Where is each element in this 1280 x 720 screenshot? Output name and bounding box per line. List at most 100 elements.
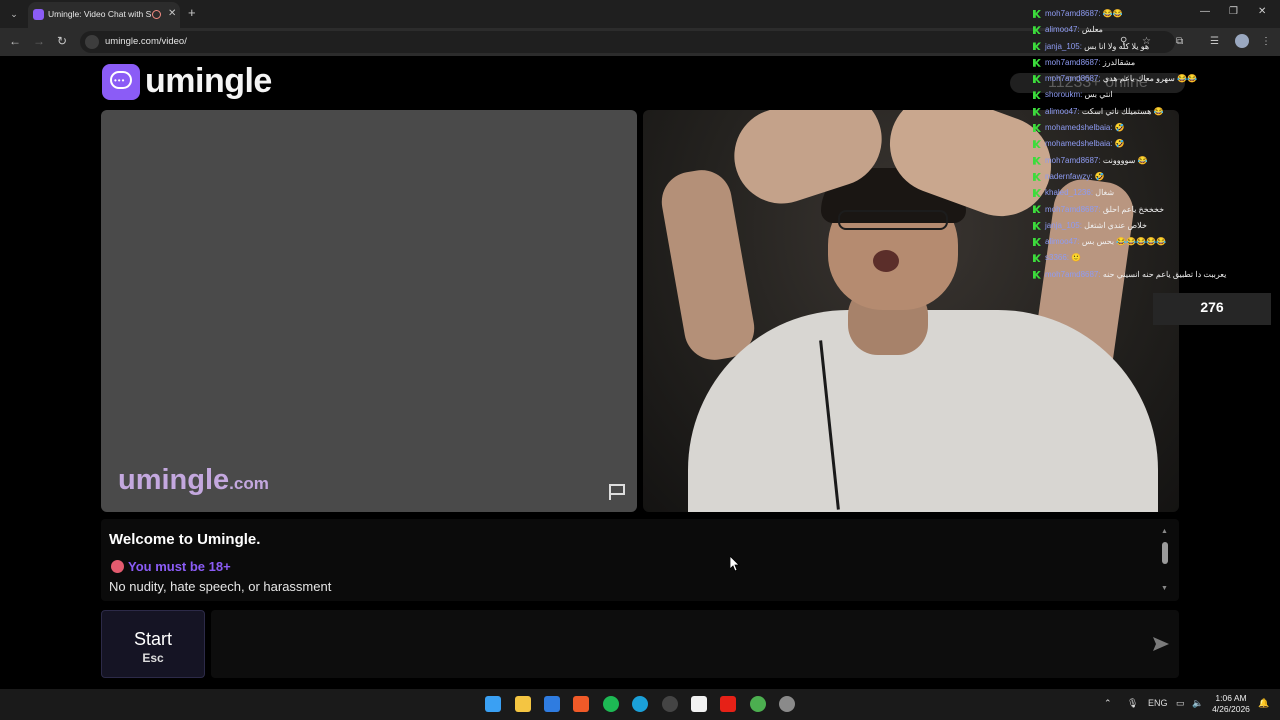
close-window-icon[interactable]: ✕ (1258, 6, 1266, 17)
clock[interactable]: 1:06 AM 4/26/2026 (1208, 693, 1254, 715)
overlay-chat-message: mohamedshelbaia: 🤣 (1033, 136, 1253, 152)
overlay-chat-username: moh7amd8687: (1045, 269, 1101, 279)
kick-badge-icon (1033, 254, 1041, 263)
send-icon[interactable] (1152, 635, 1170, 653)
language-indicator[interactable]: ENG (1148, 698, 1168, 708)
umingle-logo-icon[interactable]: ••• (102, 64, 140, 100)
overlay-chat-message: s3366: 🙂 (1033, 250, 1253, 266)
settings-gear-icon[interactable] (779, 696, 795, 712)
overlay-chat-text: هستميلك ناتي اسكت 😂 (1081, 106, 1164, 116)
overlay-chat-text: شغال (1095, 188, 1115, 198)
overlay-chat-text: 🤣 (1094, 171, 1105, 181)
overlay-chat-message: janja_105: خلاص عندي اشتغل (1033, 218, 1253, 234)
overlay-chat-text: 🤣 (1114, 139, 1125, 149)
kick-badge-icon (1033, 123, 1041, 132)
overlay-chat-username: alimoo47: (1045, 106, 1080, 116)
overlay-chat-username: s3366: (1045, 253, 1070, 263)
overlay-chat-username: moh7amd8687: (1045, 9, 1101, 18)
message-input[interactable] (211, 610, 1179, 678)
tray-chevron-icon[interactable]: ⌃ (1104, 698, 1112, 709)
overlay-chat-username: janja_105: (1045, 41, 1082, 51)
spotify-icon[interactable] (603, 696, 619, 712)
overlay-chat-message: janja_105: هو يلا كله ولا انا بس (1033, 39, 1253, 55)
overlay-chat-text: 🤣 (1114, 123, 1125, 133)
overlay-chat-message: khaled_1236: شغال (1033, 185, 1253, 201)
overlay-chat-message: shoroukm: انتي بس (1033, 87, 1253, 103)
browser-menu-icon[interactable]: ⋮ (1261, 36, 1271, 47)
recording-indicator-icon (152, 10, 161, 19)
overlay-chat-text: بحس بس 😂😂😂😂😂 (1081, 237, 1167, 247)
age-warning: You must be 18+ (111, 559, 231, 574)
overlay-chat-message: nadernfawzy: 🤣 (1033, 169, 1253, 185)
new-tab-icon[interactable]: + (188, 5, 196, 20)
overlay-chat-text: خلاص عندي اشتغل (1084, 220, 1147, 230)
windows-taskbar: ⌃ 🎙 ENG ▭ 🔈 1:06 AM 4/26/2026 🔔 (0, 689, 1280, 720)
outlook-icon[interactable] (544, 696, 560, 712)
overlay-chat-message: alimoo47: بحس بس 😂😂😂😂😂 (1033, 234, 1253, 250)
notifications-icon[interactable]: 🔔 (1258, 698, 1269, 709)
overlay-chat-message: moh7amd8687: سهرو معاك ياعم هدي 😂😂 (1033, 71, 1253, 87)
notion-icon[interactable] (691, 696, 707, 712)
start-menu-icon[interactable] (485, 696, 501, 712)
umingle-favicon-icon (33, 9, 44, 20)
site-logo-text[interactable]: umingle (145, 62, 272, 101)
file-explorer-icon[interactable] (515, 696, 531, 712)
overlay-chat-username: alimoo47: (1045, 25, 1080, 35)
kick-badge-icon (1033, 42, 1041, 51)
brave-icon[interactable] (573, 696, 589, 712)
url-field[interactable]: umingle.com/video/ (80, 31, 1175, 53)
rules-message: No nudity, hate speech, or harassment (109, 579, 332, 594)
overlay-chat-text: 😂😂 (1102, 9, 1123, 18)
microphone-icon[interactable]: 🎙 (1127, 698, 1138, 709)
active-tab[interactable]: Umingle: Video Chat with S ✕ (28, 2, 180, 28)
overlay-chat-text: سوووونت 😂 (1102, 155, 1148, 165)
chatgpt-icon[interactable] (662, 696, 678, 712)
volume-icon[interactable]: 🔈 (1192, 698, 1203, 709)
network-icon[interactable]: ▭ (1176, 698, 1185, 709)
kick-badge-icon (1033, 107, 1041, 116)
overlay-chat-username: mohamedshelbaia: (1045, 123, 1113, 133)
watermark: umingle.com (118, 464, 269, 497)
overlay-chat-username: nadernfawzy: (1045, 171, 1093, 181)
kick-badge-icon (1033, 172, 1041, 181)
stream-chat-overlay: moh7amd8687: 😂😂 alimoo47: معلش janja_105: … (1033, 6, 1253, 283)
chat-log: Welcome to Umingle. You must be 18+ No n… (101, 519, 1179, 601)
tab-title: Umingle: Video Chat with S (48, 9, 152, 19)
reload-icon[interactable]: ↻ (57, 34, 67, 48)
overlay-chat-text: سهرو معاك ياعم هدي 😂😂 (1102, 74, 1197, 84)
overlay-chat-message: moh7amd8687: 😂😂 (1033, 6, 1253, 22)
overlay-chat-username: mohamedshelbaia: (1045, 139, 1113, 149)
scroll-down-icon[interactable]: ▼ (1161, 585, 1168, 592)
start-button[interactable]: Start Esc (101, 610, 205, 678)
kick-badge-icon (1033, 205, 1041, 214)
forward-icon[interactable]: → (33, 34, 45, 48)
kick-badge-icon (1033, 26, 1041, 35)
viewer-count-box: 276 (1153, 293, 1271, 325)
scroll-up-icon[interactable]: ▲ (1161, 528, 1168, 535)
overlay-chat-text: يعرببت دا تطبيق ياعم حنه انسيني حنه (1102, 269, 1227, 279)
chat-scrollbar[interactable]: ▲ ▼ (1161, 528, 1169, 594)
overlay-chat-message: moh7amd8687: يعرببت دا تطبيق ياعم حنه ان… (1033, 267, 1253, 283)
watermark-text: umingle (118, 464, 230, 496)
site-info-icon[interactable] (85, 35, 99, 49)
overlay-chat-username: moh7amd8687: (1045, 74, 1101, 84)
edge-icon[interactable] (632, 696, 648, 712)
overlay-chat-message: moh7amd8687: خخخخخ ياعم احلق (1033, 202, 1253, 218)
kick-badge-icon (1033, 75, 1041, 84)
overlay-chat-username: moh7amd8687: (1045, 57, 1101, 67)
start-button-label: Start (133, 629, 172, 649)
start-shortcut: Esc (142, 651, 164, 665)
overlay-chat-username: moh7amd8687: (1045, 155, 1101, 165)
kick-badge-icon (1033, 9, 1041, 18)
kick-badge-icon (1033, 91, 1041, 100)
tab-search-icon[interactable]: ⌄ (6, 6, 22, 22)
report-flag-icon[interactable] (607, 482, 627, 502)
youtube-icon[interactable] (720, 696, 736, 712)
welcome-message: Welcome to Umingle. (109, 531, 261, 548)
scroll-thumb[interactable] (1162, 542, 1168, 564)
back-icon[interactable]: ← (9, 34, 21, 48)
clock-date: 4/26/2026 (1212, 704, 1250, 714)
chrome-icon[interactable] (750, 696, 766, 712)
overlay-chat-username: khaled_1236: (1045, 188, 1094, 198)
close-tab-icon[interactable]: ✕ (168, 8, 176, 19)
